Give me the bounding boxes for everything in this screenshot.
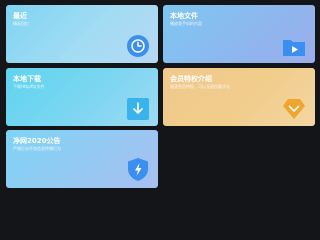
card-title: 会员特权介绍 bbox=[170, 75, 212, 83]
card-subtitle: 严格打击不良信息传播行为 bbox=[13, 146, 61, 151]
card-clean-net-notice[interactable]: 净网2020公告 严格打击不良信息传播行为 bbox=[6, 130, 158, 188]
card-subtitle: 下载Http/ftp文件 bbox=[13, 84, 45, 89]
card-subtitle: 精彩回忆 bbox=[13, 21, 29, 26]
card-subtitle: 播放我手机的内容 bbox=[170, 21, 202, 26]
card-local-download[interactable]: 本地下载 下载Http/ftp文件 bbox=[6, 68, 158, 126]
card-subtitle: 极速会员特权，可以无遮挡看评论 bbox=[170, 84, 230, 89]
shield-bolt-icon bbox=[128, 158, 148, 181]
download-icon bbox=[127, 98, 149, 120]
video-folder-icon bbox=[283, 40, 305, 56]
clock-icon bbox=[127, 35, 149, 57]
card-title: 本地下载 bbox=[13, 75, 41, 83]
home-screen: 最近 精彩回忆 本地文件 播放我手机的内容 本地下载 下载Http/ftp文件 … bbox=[0, 0, 320, 200]
card-title: 净网2020公告 bbox=[13, 137, 61, 145]
card-title: 本地文件 bbox=[170, 12, 198, 20]
card-recent[interactable]: 最近 精彩回忆 bbox=[6, 5, 158, 63]
card-title: 最近 bbox=[13, 12, 27, 20]
card-local-files[interactable]: 本地文件 播放我手机的内容 bbox=[163, 5, 315, 63]
card-vip-privileges[interactable]: 会员特权介绍 极速会员特权，可以无遮挡看评论 bbox=[163, 68, 315, 126]
vip-gem-icon bbox=[283, 99, 305, 119]
